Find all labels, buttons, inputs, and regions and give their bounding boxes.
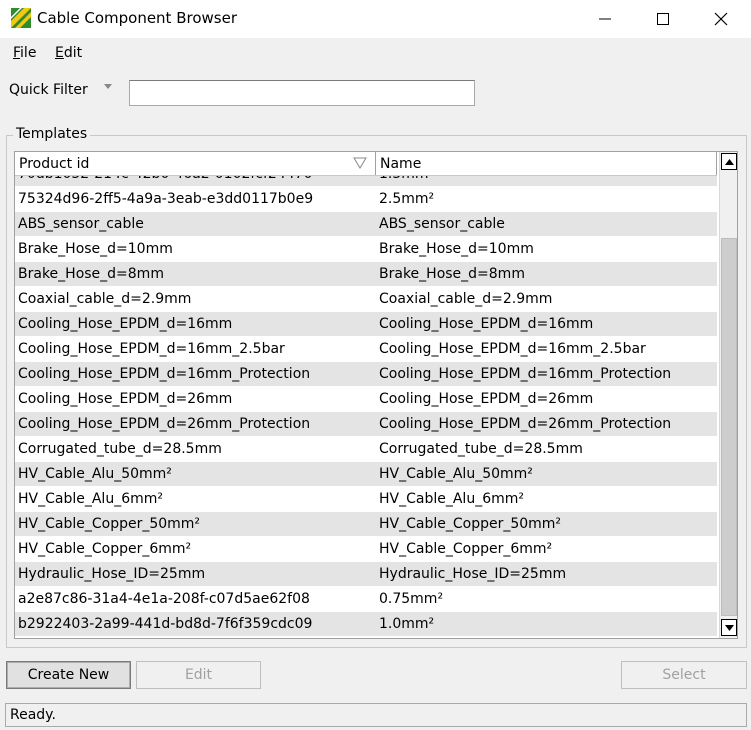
cell-product-id: Cooling_Hose_EPDM_d=26mm_Protection [18, 416, 311, 432]
cell-name: HV_Cable_Alu_50mm² [379, 466, 533, 482]
cell-name: ABS_sensor_cable [379, 216, 505, 232]
window-title: Cable Component Browser [37, 9, 237, 27]
cell-product-id: 70db1052-214c-42b0-46a2-0102fcf24470 [18, 176, 312, 182]
title-bar: Cable Component Browser [0, 0, 751, 38]
cell-name: Brake_Hose_d=10mm [379, 241, 534, 257]
create-new-button[interactable]: Create New [6, 661, 131, 689]
cell-name: HV_Cable_Copper_50mm² [379, 516, 562, 532]
table-row[interactable]: Brake_Hose_d=8mm Brake_Hose_d=8mm [15, 262, 717, 287]
quick-filter-input[interactable] [129, 80, 475, 106]
cell-name: Hydraulic_Hose_ID=25mm [379, 566, 567, 582]
table-row[interactable]: 75324d96-2ff5-4a9a-3eab-e3dd0117b0e9 2.5m… [15, 187, 717, 212]
menu-file[interactable]: File [13, 45, 36, 61]
cell-product-id: Corrugated_tube_d=28.5mm [18, 441, 222, 457]
table-row[interactable]: HV_Cable_Alu_6mm² HV_Cable_Alu_6mm² [15, 487, 717, 512]
menu-edit[interactable]: Edit [55, 45, 82, 61]
scrollbar-thumb[interactable] [721, 238, 737, 616]
cell-product-id: Cooling_Hose_EPDM_d=16mm_Protection [18, 366, 311, 382]
cell-name: Cooling_Hose_EPDM_d=26mm [379, 391, 594, 407]
arrow-down-icon [724, 624, 734, 631]
table-row[interactable]: Coaxial_cable_d=2.9mm Coaxial_cable_d=2.9… [15, 287, 717, 312]
vertical-scrollbar[interactable] [719, 152, 737, 638]
cell-name: Coaxial_cable_d=2.9mm [379, 291, 553, 307]
select-button[interactable]: Select [621, 661, 747, 689]
arrow-up-icon [724, 158, 734, 165]
table-row[interactable]: Corrugated_tube_d=28.5mm Corrugated_tube_… [15, 437, 717, 462]
cell-name: 0.75mm² [379, 591, 444, 607]
scroll-up-button[interactable] [721, 153, 737, 170]
app-logo-icon [11, 8, 31, 28]
edit-button[interactable]: Edit [136, 661, 261, 689]
table-row[interactable]: b2922403-2a99-441d-bd8d-7f6f359cdc09 1.0m… [15, 612, 717, 637]
cell-product-id: Hydraulic_Hose_ID=25mm [18, 566, 206, 582]
sort-descending-icon [353, 157, 367, 169]
cell-product-id: Cooling_Hose_EPDM_d=26mm [18, 391, 233, 407]
table-row[interactable]: ABS_sensor_cable ABS_sensor_cable [15, 212, 717, 237]
table-row[interactable]: HV_Cable_Copper_6mm² HV_Cable_Copper_6mm² [15, 537, 717, 562]
templates-group-label: Templates [13, 126, 91, 142]
cell-product-id: Coaxial_cable_d=2.9mm [18, 291, 192, 307]
cell-product-id: HV_Cable_Copper_6mm² [18, 541, 192, 557]
cell-name: Cooling_Hose_EPDM_d=16mm_2.5bar [379, 341, 646, 357]
cell-name: Brake_Hose_d=8mm [379, 266, 525, 282]
table-row[interactable]: Brake_Hose_d=10mm Brake_Hose_d=10mm [15, 237, 717, 262]
cell-name: 1.0mm² [379, 616, 435, 632]
close-icon [714, 12, 728, 26]
maximize-button[interactable] [634, 0, 692, 38]
status-text: Ready. [10, 707, 56, 723]
table-row[interactable]: a2e87c86-31a4-4e1a-208f-c07d5ae62f08 0.75… [15, 587, 717, 612]
cell-product-id: Cooling_Hose_EPDM_d=16mm_2.5bar [18, 341, 285, 357]
quick-filter-dropdown-icon[interactable] [104, 84, 112, 89]
cell-name: Cooling_Hose_EPDM_d=26mm_Protection [379, 416, 672, 432]
minimize-button[interactable] [576, 0, 634, 38]
column-header-name[interactable]: Name [376, 152, 717, 175]
menu-bar: File Edit [0, 38, 751, 68]
cell-product-id: 75324d96-2ff5-4a9a-3eab-e3dd0117b0e9 [18, 191, 314, 207]
maximize-icon [657, 13, 669, 25]
templates-table: Product id Name 70db1052-214c-42b0-46a2-… [14, 151, 738, 639]
scroll-down-button[interactable] [721, 619, 737, 636]
table-row[interactable]: Hydraulic_Hose_ID=25mm Hydraulic_Hose_ID=… [15, 562, 717, 587]
cell-product-id: HV_Cable_Copper_50mm² [18, 516, 201, 532]
cell-name: HV_Cable_Alu_6mm² [379, 491, 524, 507]
cell-name: 1.5mm² [379, 176, 434, 182]
status-bar: Ready. [5, 703, 747, 727]
minimize-icon [599, 18, 611, 20]
table-row[interactable]: Cooling_Hose_EPDM_d=16mm_Protection Cooli… [15, 362, 717, 387]
cell-product-id: a2e87c86-31a4-4e1a-208f-c07d5ae62f08 [18, 591, 310, 607]
table-row[interactable]: Cooling_Hose_EPDM_d=16mm Cooling_Hose_EPD… [15, 312, 717, 337]
table-row[interactable]: HV_Cable_Copper_50mm² HV_Cable_Copper_50m… [15, 512, 717, 537]
cell-product-id: Brake_Hose_d=10mm [18, 241, 173, 257]
cell-product-id: HV_Cable_Alu_6mm² [18, 491, 163, 507]
table-header: Product id Name [15, 152, 717, 176]
cell-name: 2.5mm² [379, 191, 435, 207]
quick-filter-label: Quick Filter [9, 82, 88, 98]
cell-product-id: HV_Cable_Alu_50mm² [18, 466, 172, 482]
column-header-label: Name [380, 156, 422, 172]
cell-product-id: b2922403-2a99-441d-bd8d-7f6f359cdc09 [18, 616, 313, 632]
table-body: 70db1052-214c-42b0-46a2-0102fcf24470 1.5m… [15, 176, 717, 638]
table-row[interactable]: Cooling_Hose_EPDM_d=26mm Cooling_Hose_EPD… [15, 387, 717, 412]
table-row[interactable]: 70db1052-214c-42b0-46a2-0102fcf24470 1.5m… [15, 176, 717, 187]
cell-product-id: Brake_Hose_d=8mm [18, 266, 164, 282]
table-row[interactable]: HV_Cable_Alu_50mm² HV_Cable_Alu_50mm² [15, 462, 717, 487]
table-row[interactable]: Cooling_Hose_EPDM_d=26mm_Protection Cooli… [15, 412, 717, 437]
cell-product-id: ABS_sensor_cable [18, 216, 144, 232]
cell-product-id: Cooling_Hose_EPDM_d=16mm [18, 316, 233, 332]
column-header-label: Product id [19, 156, 90, 172]
cell-name: Cooling_Hose_EPDM_d=16mm [379, 316, 594, 332]
close-button[interactable] [692, 0, 750, 38]
cell-name: Corrugated_tube_d=28.5mm [379, 441, 583, 457]
cell-name: HV_Cable_Copper_6mm² [379, 541, 553, 557]
column-header-product-id[interactable]: Product id [15, 152, 376, 175]
table-row[interactable]: Cooling_Hose_EPDM_d=16mm_2.5bar Cooling_H… [15, 337, 717, 362]
cell-name: Cooling_Hose_EPDM_d=16mm_Protection [379, 366, 672, 382]
